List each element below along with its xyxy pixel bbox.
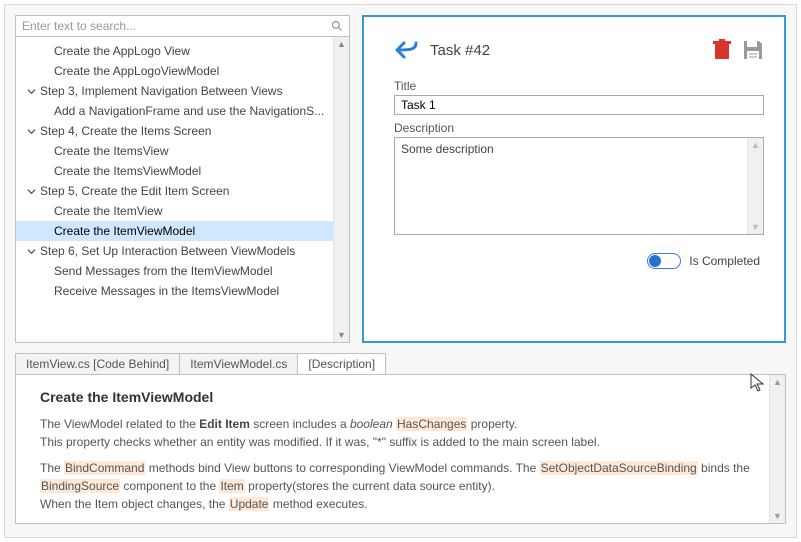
- tab[interactable]: ItemViewModel.cs: [179, 353, 298, 374]
- tree-item-label: Add a NavigationFrame and use the Naviga…: [24, 104, 324, 118]
- tree-item-label: Create the AppLogoViewModel: [24, 64, 219, 78]
- tree-item[interactable]: Create the AppLogo View: [16, 41, 349, 61]
- desc-scrollbar[interactable]: ▲ ▼: [747, 138, 763, 234]
- tree-item-label: Create the AppLogo View: [24, 44, 190, 58]
- tree-item-label: Step 4, Create the Items Screen: [38, 124, 211, 138]
- top-row: Create the AppLogo View Create the AppLog…: [15, 15, 786, 343]
- tree-item[interactable]: Add a NavigationFrame and use the Naviga…: [16, 101, 349, 121]
- task-caption: Task #42: [430, 42, 490, 59]
- chevron-down-icon[interactable]: [24, 247, 38, 256]
- completed-row: Is Completed: [394, 253, 760, 269]
- tree-item[interactable]: Create the ItemViewModel: [16, 221, 349, 241]
- chevron-down-icon[interactable]: [24, 87, 38, 96]
- search-input[interactable]: [22, 19, 331, 33]
- tree-item[interactable]: Create the ItemsViewModel: [16, 161, 349, 181]
- completed-label: Is Completed: [689, 254, 760, 268]
- tree-item[interactable]: Create the ItemsView: [16, 141, 349, 161]
- completed-toggle[interactable]: [647, 253, 681, 269]
- tree-item[interactable]: Step 5, Create the Edit Item Screen: [16, 181, 349, 201]
- description-text: Some description: [401, 142, 494, 156]
- description-input[interactable]: Some description ▲ ▼: [394, 137, 764, 235]
- tree-item[interactable]: Step 6, Set Up Interaction Between ViewM…: [16, 241, 349, 261]
- scroll-down-icon[interactable]: ▼: [773, 509, 782, 523]
- doc-paragraph-1: The ViewModel related to the Edit Item s…: [40, 415, 761, 451]
- tree-item[interactable]: Step 3, Implement Navigation Between Vie…: [16, 81, 349, 101]
- tree-item[interactable]: Receive Messages in the ItemsViewModel: [16, 281, 349, 301]
- bottom-area: ItemView.cs [Code Behind]ItemViewModel.c…: [15, 353, 786, 524]
- tree-item-label: Send Messages from the ItemViewModel: [24, 264, 273, 278]
- title-input[interactable]: [394, 95, 764, 115]
- tree-item[interactable]: Step 4, Create the Items Screen: [16, 121, 349, 141]
- back-icon[interactable]: [394, 40, 420, 60]
- tree-item-label: Create the ItemsView: [24, 144, 169, 158]
- tree-item[interactable]: Create the AppLogoViewModel: [16, 61, 349, 81]
- doc-scrollbar[interactable]: ▲ ▼: [769, 375, 785, 523]
- tab[interactable]: [Description]: [297, 353, 386, 374]
- title-label: Title: [394, 79, 764, 93]
- description-label: Description: [394, 121, 764, 135]
- app-frame: Create the AppLogo View Create the AppLog…: [4, 4, 797, 538]
- search-box[interactable]: [15, 15, 350, 37]
- tree-item-label: Step 5, Create the Edit Item Screen: [38, 184, 229, 198]
- scroll-up-icon[interactable]: ▲: [337, 37, 346, 51]
- chevron-down-icon[interactable]: [24, 127, 38, 136]
- tree-scrollbar[interactable]: ▲ ▼: [333, 37, 349, 342]
- save-icon[interactable]: [742, 39, 764, 61]
- tree-item-label: Create the ItemViewModel: [24, 224, 195, 238]
- left-column: Create the AppLogo View Create the AppLog…: [15, 15, 350, 343]
- doc-heading: Create the ItemViewModel: [40, 389, 761, 405]
- tree-item-label: Step 6, Set Up Interaction Between ViewM…: [38, 244, 295, 258]
- tree-item[interactable]: Create the ItemView: [16, 201, 349, 221]
- tree-item-label: Receive Messages in the ItemsViewModel: [24, 284, 279, 298]
- detail-panel: Task #42 Title Description Some descript…: [362, 15, 786, 343]
- tree-item[interactable]: Send Messages from the ItemViewModel: [16, 261, 349, 281]
- description-panel: Create the ItemViewModel The ViewModel r…: [15, 374, 786, 524]
- doc-paragraph-2: The BindCommand methods bind View button…: [40, 459, 761, 513]
- chevron-down-icon[interactable]: [24, 187, 38, 196]
- tab[interactable]: ItemView.cs [Code Behind]: [15, 353, 180, 374]
- tree-panel: Create the AppLogo View Create the AppLog…: [15, 37, 350, 343]
- tree: Create the AppLogo View Create the AppLog…: [16, 37, 349, 305]
- tree-item-label: Step 3, Implement Navigation Between Vie…: [38, 84, 283, 98]
- tab-strip: ItemView.cs [Code Behind]ItemViewModel.c…: [15, 353, 786, 374]
- scroll-up-icon[interactable]: ▲: [773, 375, 782, 389]
- tree-item-label: Create the ItemView: [24, 204, 163, 218]
- scroll-up-icon[interactable]: ▲: [751, 138, 760, 152]
- scroll-down-icon[interactable]: ▼: [337, 328, 346, 342]
- delete-icon[interactable]: [712, 39, 732, 61]
- tree-item-label: Create the ItemsViewModel: [24, 164, 201, 178]
- task-header: Task #42: [394, 39, 764, 61]
- search-icon[interactable]: [331, 20, 343, 32]
- scroll-down-icon[interactable]: ▼: [751, 220, 760, 234]
